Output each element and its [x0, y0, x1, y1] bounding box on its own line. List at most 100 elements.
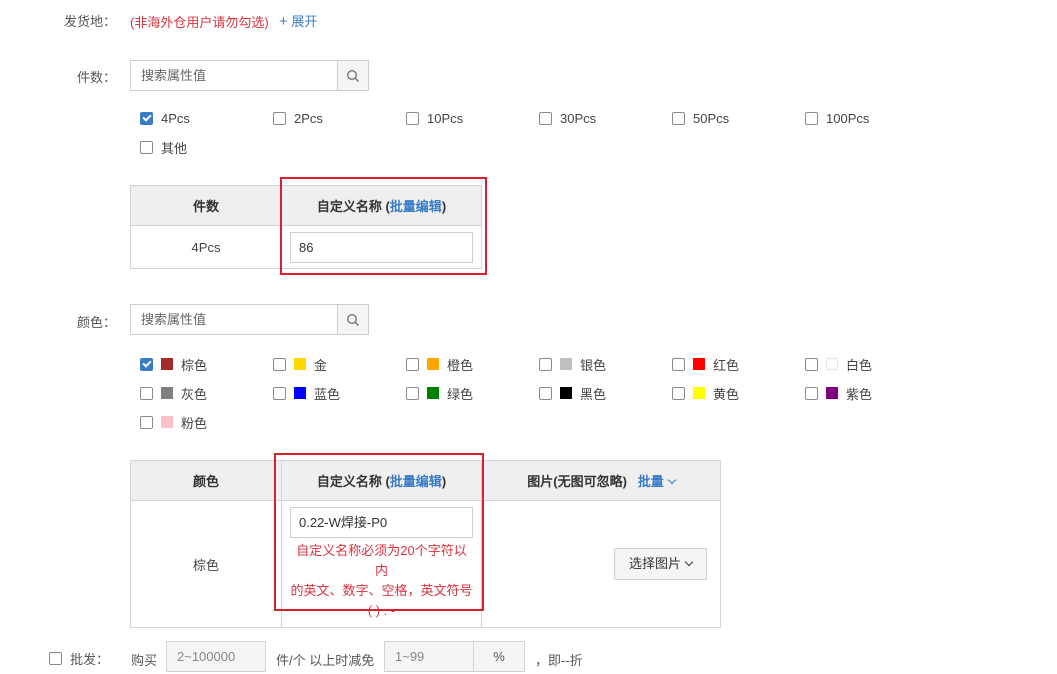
- color-option-blue[interactable]: 蓝色: [273, 384, 340, 402]
- ship-from-note: (非海外仓用户请勿勾选): [130, 15, 269, 30]
- checkbox-icon[interactable]: [273, 111, 286, 125]
- color-option-pink[interactable]: 粉色: [140, 413, 207, 431]
- color-label: 颜色：: [77, 315, 117, 330]
- color-swatch: [427, 387, 439, 399]
- color-option-red[interactable]: 红色: [672, 355, 739, 373]
- quantity-option-50pcs[interactable]: 50Pcs: [672, 109, 729, 127]
- checkbox-icon[interactable]: [140, 415, 153, 429]
- quantity-option-2pcs[interactable]: 2Pcs: [273, 109, 323, 127]
- color-swatch: [693, 387, 705, 399]
- color-swatch: [294, 387, 306, 399]
- color-option-purple[interactable]: 紫色: [805, 384, 872, 402]
- color-table-header-image: 图片(无图可忽略) 批量: [481, 460, 721, 501]
- quantity-option-4pcs[interactable]: 4Pcs: [140, 109, 190, 127]
- bulk-unit-text: 件/个 以上时减免: [276, 653, 375, 668]
- search-icon: [346, 313, 360, 326]
- buy-label: 购买: [131, 653, 158, 668]
- color-table-header-name: 颜色: [130, 460, 282, 501]
- checkbox-icon[interactable]: [539, 111, 552, 125]
- percent-addon: %: [473, 641, 525, 672]
- option-label: 白色: [846, 357, 873, 373]
- color-swatch: [161, 358, 173, 370]
- color-option-black[interactable]: 黑色: [539, 384, 606, 402]
- color-search-input[interactable]: 搜索属性值: [131, 305, 337, 334]
- color-option-silver[interactable]: 银色: [539, 355, 606, 373]
- checkbox-checked-icon[interactable]: [140, 111, 153, 125]
- option-label: 蓝色: [314, 386, 341, 402]
- option-label: 50Pcs: [693, 110, 730, 126]
- checkbox-checked-icon[interactable]: [140, 357, 153, 371]
- quantity-table-header-name: 件数: [130, 185, 282, 226]
- quantity-option-other[interactable]: 其他: [140, 138, 187, 156]
- checkbox-icon[interactable]: [273, 357, 286, 371]
- color-swatch: [693, 358, 705, 370]
- bulk-quantity-input[interactable]: 2~100000: [166, 641, 266, 672]
- checkbox-icon[interactable]: [406, 386, 419, 400]
- bulk-checkbox[interactable]: 批发：: [49, 649, 109, 667]
- option-label: 10Pcs: [427, 110, 464, 126]
- option-label: 紫色: [846, 386, 873, 402]
- quantity-option-10pcs[interactable]: 10Pcs: [406, 109, 463, 127]
- option-label: 银色: [580, 357, 607, 373]
- color-option-green[interactable]: 绿色: [406, 384, 473, 402]
- header-text: 图片(无图可忽略): [527, 474, 627, 489]
- checkbox-icon[interactable]: [805, 111, 818, 125]
- option-label: 橙色: [447, 357, 474, 373]
- color-option-white[interactable]: 白色: [805, 355, 872, 373]
- option-label: 绿色: [447, 386, 474, 402]
- checkbox-icon[interactable]: [672, 386, 685, 400]
- checkbox-icon[interactable]: [273, 386, 286, 400]
- row-name: 棕色: [130, 500, 282, 628]
- quantity-search-input[interactable]: 搜索属性值: [131, 61, 337, 90]
- checkbox-icon[interactable]: [140, 140, 153, 154]
- checkbox-icon[interactable]: [672, 357, 685, 371]
- color-swatch: [826, 387, 838, 399]
- option-label: 其他: [161, 140, 188, 156]
- color-swatch: [427, 358, 439, 370]
- checkbox-icon[interactable]: [140, 386, 153, 400]
- quantity-option-30pcs[interactable]: 30Pcs: [539, 109, 596, 127]
- expand-link[interactable]: + 展开: [279, 11, 317, 30]
- bulk-result-text: ，即--折: [535, 653, 583, 668]
- color-swatch: [560, 387, 572, 399]
- color-option-brown[interactable]: 棕色: [140, 355, 207, 373]
- highlight-box: [274, 453, 484, 611]
- bulk-discount-input[interactable]: 1~99: [384, 641, 474, 672]
- color-swatch: [560, 358, 572, 370]
- row-image-cell: 选择图片: [481, 500, 721, 628]
- batch-label: 批量: [637, 474, 664, 489]
- select-image-button[interactable]: 选择图片: [613, 548, 707, 580]
- option-label: 棕色: [181, 357, 208, 373]
- chevron-down-icon: [684, 557, 694, 567]
- color-option-gold[interactable]: 金: [273, 355, 327, 373]
- checkbox-icon[interactable]: [672, 111, 685, 125]
- highlight-box: [280, 177, 487, 275]
- option-label: 100Pcs: [826, 110, 870, 126]
- batch-image-dropdown[interactable]: 批量: [637, 474, 677, 489]
- checkbox-icon[interactable]: [406, 357, 419, 371]
- checkbox-icon[interactable]: [805, 357, 818, 371]
- option-label: 灰色: [181, 386, 208, 402]
- chevron-down-icon: [667, 475, 677, 485]
- color-swatch: [161, 387, 173, 399]
- checkbox-icon[interactable]: [805, 386, 818, 400]
- option-label: 粉色: [181, 415, 208, 431]
- option-label: 30Pcs: [560, 110, 597, 126]
- checkbox-icon[interactable]: [539, 357, 552, 371]
- search-icon: [346, 69, 360, 82]
- color-option-gray[interactable]: 灰色: [140, 384, 207, 402]
- checkbox-icon[interactable]: [539, 386, 552, 400]
- color-search-button[interactable]: [337, 305, 368, 334]
- color-swatch: [294, 358, 306, 370]
- color-option-orange[interactable]: 橙色: [406, 355, 473, 373]
- checkbox-icon[interactable]: [406, 111, 419, 125]
- quantity-option-100pcs[interactable]: 100Pcs: [805, 109, 869, 127]
- color-option-yellow[interactable]: 黄色: [672, 384, 739, 402]
- checkbox-icon[interactable]: [49, 651, 62, 665]
- option-label: 黄色: [713, 386, 740, 402]
- quantity-search: 搜索属性值: [130, 60, 369, 91]
- color-swatch: [161, 416, 173, 428]
- option-label: 2Pcs: [294, 110, 323, 126]
- quantity-search-button[interactable]: [337, 61, 368, 90]
- bulk-label: 批发：: [70, 651, 110, 667]
